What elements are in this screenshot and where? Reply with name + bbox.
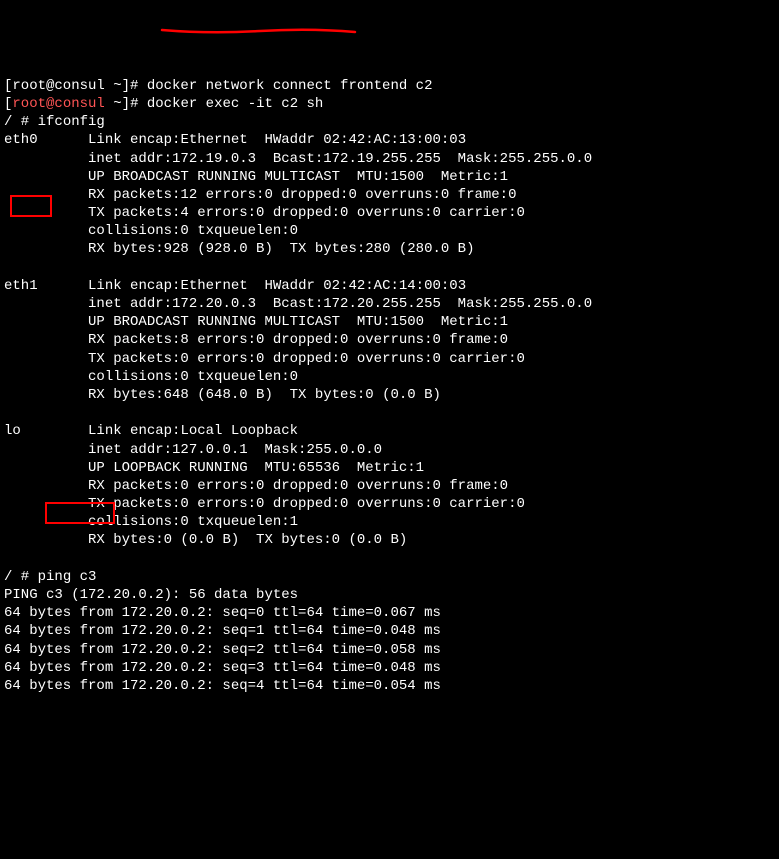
eth1-line5: TX packets:0 errors:0 dropped:0 overruns… xyxy=(4,350,775,368)
shell-prompt: / # xyxy=(4,114,38,130)
eth1-line2: inet addr:172.20.0.3 Bcast:172.20.255.25… xyxy=(4,295,775,313)
terminal-prompt-line[interactable]: [root@consul ~]# docker exec -it c2 sh xyxy=(4,95,775,113)
annotation-underline-icon xyxy=(160,26,370,38)
ping-line5: 64 bytes from 172.20.0.2: seq=4 ttl=64 t… xyxy=(4,677,775,695)
ping-line4: 64 bytes from 172.20.0.2: seq=3 ttl=64 t… xyxy=(4,659,775,677)
lo-line7: RX bytes:0 (0.0 B) TX bytes:0 (0.0 B) xyxy=(4,531,775,549)
eth1-line7: RX bytes:648 (648.0 B) TX bytes:0 (0.0 B… xyxy=(4,386,775,404)
blank-line-3 xyxy=(4,550,775,568)
command-ping: ping c3 xyxy=(38,569,97,585)
prompt-symbol: # xyxy=(130,96,138,112)
lo-line5: TX packets:0 errors:0 dropped:0 overruns… xyxy=(4,495,775,513)
blank-line-2 xyxy=(4,404,775,422)
eth1-line3: UP BROADCAST RUNNING MULTICAST MTU:1500 … xyxy=(4,313,775,331)
ping-line2: 64 bytes from 172.20.0.2: seq=1 ttl=64 t… xyxy=(4,622,775,640)
lo-line6: collisions:0 txqueuelen:1 xyxy=(4,513,775,531)
ping-header: PING c3 (172.20.0.2): 56 data bytes xyxy=(4,586,775,604)
eth0-line3: UP BROADCAST RUNNING MULTICAST MTU:1500 … xyxy=(4,168,775,186)
lo-line2: inet addr:127.0.0.1 Mask:255.0.0.0 xyxy=(4,441,775,459)
iface-eth1: eth1 xyxy=(4,278,38,294)
eth0-line2: inet addr:172.19.0.3 Bcast:172.19.255.25… xyxy=(4,150,775,168)
terminal-line-truncated: [root@consul ~]# docker network connect … xyxy=(4,77,775,95)
eth0-header: eth0 Link encap:Ethernet HWaddr 02:42:AC… xyxy=(4,131,775,149)
command-ifconfig: ifconfig xyxy=(38,114,105,130)
eth0-line5: TX packets:4 errors:0 dropped:0 overruns… xyxy=(4,204,775,222)
iface-eth0: eth0 xyxy=(4,132,38,148)
iface-lo: lo xyxy=(4,423,21,439)
shell-line-ping[interactable]: / # ping c3 xyxy=(4,568,775,586)
lo-header: lo Link encap:Local Loopback xyxy=(4,422,775,440)
lo-line4: RX packets:0 errors:0 dropped:0 overruns… xyxy=(4,477,775,495)
prompt-host: consul xyxy=(54,96,104,112)
ping-line3: 64 bytes from 172.20.0.2: seq=2 ttl=64 t… xyxy=(4,641,775,659)
prompt-user: root xyxy=(12,96,46,112)
eth1-line4: RX packets:8 errors:0 dropped:0 overruns… xyxy=(4,331,775,349)
prompt-path: ~ xyxy=(113,96,121,112)
shell-line[interactable]: / # ifconfig xyxy=(4,113,775,131)
eth0-line4: RX packets:12 errors:0 dropped:0 overrun… xyxy=(4,186,775,204)
eth0-line6: collisions:0 txqueuelen:0 xyxy=(4,222,775,240)
eth1-header: eth1 Link encap:Ethernet HWaddr 02:42:AC… xyxy=(4,277,775,295)
eth0-line7: RX bytes:928 (928.0 B) TX bytes:280 (280… xyxy=(4,240,775,258)
shell-prompt-2: / # xyxy=(4,569,38,585)
lo-line3: UP LOOPBACK RUNNING MTU:65536 Metric:1 xyxy=(4,459,775,477)
ping-line1: 64 bytes from 172.20.0.2: seq=0 ttl=64 t… xyxy=(4,604,775,622)
eth1-line6: collisions:0 txqueuelen:0 xyxy=(4,368,775,386)
command-docker-exec: docker exec -it c2 sh xyxy=(147,96,323,112)
blank-line xyxy=(4,259,775,277)
